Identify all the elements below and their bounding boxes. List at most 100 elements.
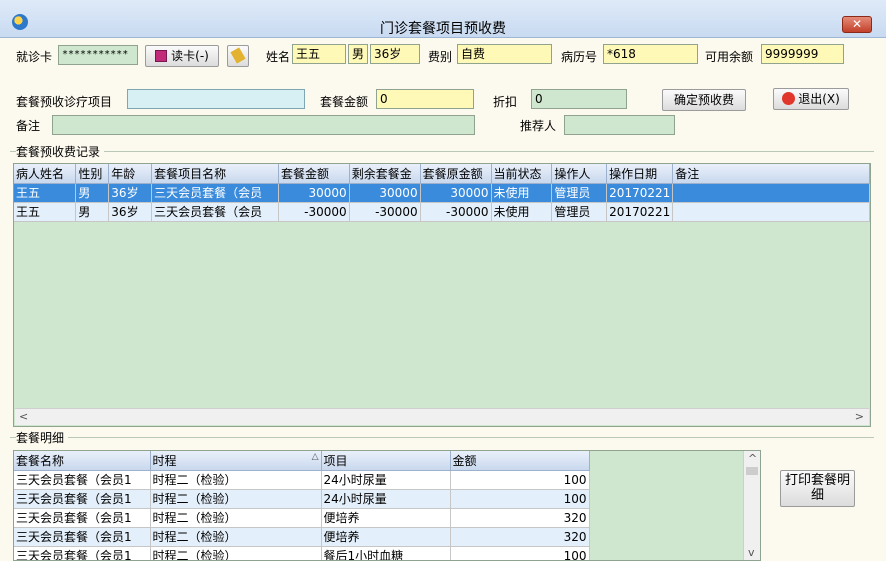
scroll-down-icon[interactable]: v [748,546,755,559]
scroll-up-icon[interactable]: ^ [748,452,757,465]
discount-field[interactable]: 0 [531,89,627,109]
table-cell: 36岁 [108,202,153,222]
table-cell: 30000 [420,183,492,203]
table-cell: 便培养 [321,508,451,528]
table-row[interactable]: 王五 男 36岁 三天会员套餐（会员 30000 30000 30000 未使用… [14,183,870,203]
records-section-title: 套餐预收费记录 [16,143,105,160]
col-status[interactable]: 当前状态 [491,164,553,184]
details-separator [10,437,874,438]
details-table: 套餐名称 时程 △ 项目 金额 三天会员套餐（会员1 时程二（检验） 24小时尿… [14,451,590,560]
records-horizontal-scrollbar[interactable]: < > [15,408,869,425]
col-remaining-amount[interactable]: 剩余套餐金 [349,164,421,184]
table-cell: 30000 [349,183,421,203]
age-field[interactable]: 36岁 [370,44,420,64]
table-row[interactable]: 王五 男 36岁 三天会员套餐（会员 -30000 -30000 -30000 … [14,202,870,222]
table-cell [672,202,870,222]
discount-label: 折扣 [493,95,518,109]
details-section-title: 套餐明细 [16,429,69,446]
table-cell: 100 [450,546,590,560]
scroll-right-icon[interactable]: > [855,410,864,423]
table-cell: 男 [75,202,110,222]
table-row[interactable]: 三天会员套餐（会员1 时程二（检验） 便培养 320 [14,508,590,528]
table-cell: 24小时尿量 [321,489,451,509]
table-cell: 24小时尿量 [321,470,451,490]
details-grid[interactable]: 套餐名称 时程 △ 项目 金额 三天会员套餐（会员1 时程二（检验） 24小时尿… [13,450,761,561]
name-label: 姓名 [266,50,291,64]
package-amount-label: 套餐金额 [320,95,369,109]
close-button[interactable]: ✕ [842,16,872,33]
name-field[interactable]: 王五 [292,44,346,64]
power-icon [782,92,796,105]
table-cell: 时程二（检验） [150,489,322,509]
record-no-label: 病历号 [561,50,598,64]
table-cell: 三天会员套餐（会员1 [14,489,151,509]
table-cell: 时程二（检验） [150,546,322,560]
records-separator [10,151,874,152]
package-item-field[interactable] [127,89,305,109]
table-cell: 餐后1小时血糖 [321,546,451,560]
col-sex[interactable]: 性别 [75,164,110,184]
balance-field[interactable]: 9999999 [761,44,844,64]
table-row[interactable]: 三天会员套餐（会员1 时程二（检验） 24小时尿量 100 [14,470,590,490]
balance-label: 可用余额 [705,50,754,64]
table-row[interactable]: 三天会员套餐（会员1 时程二（检验） 24小时尿量 100 [14,489,590,509]
table-cell: -30000 [349,202,421,222]
fee-type-field[interactable]: 自费 [457,44,552,64]
col-patient-name[interactable]: 病人姓名 [14,164,77,184]
table-row[interactable]: 三天会员套餐（会员1 时程二（检验） 餐后1小时血糖 100 [14,546,590,560]
table-cell: 20170221 [606,183,674,203]
table-cell: 管理员 [551,202,608,222]
table-cell: -30000 [420,202,492,222]
col-operator[interactable]: 操作人 [551,164,608,184]
remark-label: 备注 [16,119,41,133]
table-cell: 36岁 [108,183,153,203]
clear-button[interactable] [227,45,249,67]
card-reader-icon [155,50,168,62]
remark-field[interactable] [52,115,475,135]
table-cell: 三天会员套餐（会员1 [14,527,151,547]
table-cell: 便培养 [321,527,451,547]
col-remark[interactable]: 备注 [672,164,870,184]
title-bar: 门诊套餐项目预收费 ✕ [0,0,886,38]
col-age[interactable]: 年龄 [108,164,153,184]
referrer-label: 推荐人 [520,119,557,133]
table-cell: 王五 [14,183,77,203]
table-cell: 时程二（检验） [150,527,322,547]
details-vertical-scrollbar[interactable]: ^ v [743,451,760,560]
table-cell: 三天会员套餐（会员 [151,202,279,222]
col-operation-date[interactable]: 操作日期 [606,164,674,184]
col-package-name[interactable]: 套餐项目名称 [151,164,279,184]
table-cell: 三天会员套餐（会员1 [14,546,151,560]
col-schedule[interactable]: 时程 △ [150,451,322,471]
scroll-thumb[interactable] [746,467,758,475]
records-header-row: 病人姓名 性别 年龄 套餐项目名称 套餐金额 剩余套餐金 套餐原金额 当前状态 … [14,164,870,184]
record-no-field[interactable]: *618 [603,44,698,64]
read-card-label: 读卡(-) [171,49,209,63]
read-card-button[interactable]: 读卡(-) [145,45,219,67]
col-amount[interactable]: 金额 [450,451,590,471]
print-details-button[interactable]: 打印套餐明细 [780,470,855,507]
window-title: 门诊套餐项目预收费 [380,21,506,37]
table-cell: -30000 [278,202,350,222]
package-amount-field[interactable]: 0 [376,89,474,109]
package-item-label: 套餐预收诊疗项目 [16,95,113,109]
exit-button[interactable]: 退出(X) [773,88,849,110]
table-cell: 时程二（检验） [150,470,322,490]
scroll-left-icon[interactable]: < [19,410,28,423]
referrer-field[interactable] [564,115,675,135]
card-number-field[interactable]: *********** [58,45,138,65]
col-package-amount[interactable]: 套餐金额 [278,164,350,184]
records-grid[interactable]: 病人姓名 性别 年龄 套餐项目名称 套餐金额 剩余套餐金 套餐原金额 当前状态 … [13,163,871,427]
broom-icon [230,47,246,64]
col-item[interactable]: 项目 [321,451,451,471]
table-cell [672,183,870,203]
table-cell: 三天会员套餐（会员 [151,183,279,203]
confirm-prepay-button[interactable]: 确定预收费 [662,89,746,111]
table-row[interactable]: 三天会员套餐（会员1 时程二（检验） 便培养 320 [14,527,590,547]
col-original-amount[interactable]: 套餐原金额 [420,164,492,184]
sex-field[interactable]: 男 [348,44,368,64]
table-cell: 三天会员套餐（会员1 [14,470,151,490]
fee-type-label: 费别 [428,50,453,64]
col-package-name[interactable]: 套餐名称 [14,451,151,471]
table-cell: 100 [450,470,590,490]
